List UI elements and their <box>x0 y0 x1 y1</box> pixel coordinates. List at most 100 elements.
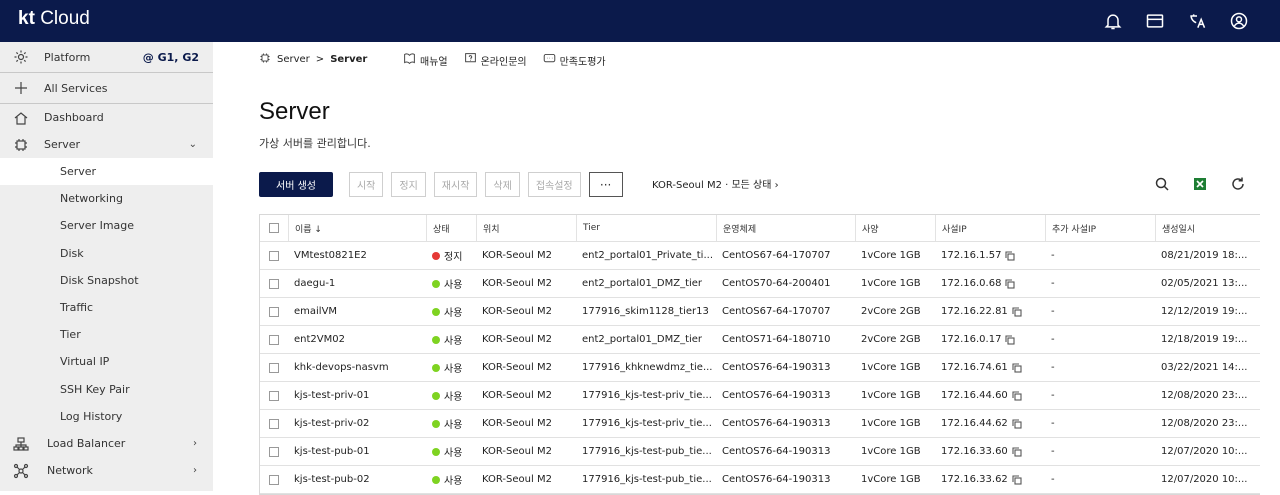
gear-icon <box>13 49 29 65</box>
cell-extra: - <box>1051 250 1055 261</box>
chevron-down-icon: ⌄ <box>188 139 197 150</box>
kt-cloud-logo[interactable]: kt Cloud <box>18 8 90 30</box>
copy-icon[interactable] <box>1005 250 1015 261</box>
more-button[interactable]: ··· <box>588 172 623 197</box>
column-extra-ip[interactable]: 추가 사설IP <box>1045 215 1155 241</box>
search-icon[interactable] <box>1154 176 1170 196</box>
breadcrumb-parent[interactable]: Server <box>277 54 310 65</box>
table-row[interactable]: VMtest0821E2 정지 KOR-Seoul M2 ent2_portal01_… <box>260 242 1260 270</box>
copy-icon[interactable] <box>1012 390 1022 401</box>
card-icon[interactable] <box>1144 10 1166 32</box>
language-icon[interactable] <box>1186 10 1208 32</box>
column-os[interactable]: 운영체제 <box>716 215 855 241</box>
sidebar-subitem-server-image[interactable]: Server Image <box>0 212 213 239</box>
sidebar-subitem-virtual-ip[interactable]: Virtual IP <box>0 348 213 375</box>
copy-icon[interactable] <box>1012 474 1022 485</box>
row-checkbox[interactable] <box>269 446 279 457</box>
bell-icon[interactable] <box>1102 10 1124 32</box>
refresh-icon[interactable] <box>1230 176 1246 196</box>
copy-icon[interactable] <box>1012 362 1022 373</box>
user-icon[interactable] <box>1228 10 1250 32</box>
sidebar-subitem-networking[interactable]: Networking <box>0 185 213 212</box>
row-checkbox[interactable] <box>269 390 279 401</box>
start-button[interactable]: 시작 <box>348 172 384 197</box>
table-row[interactable]: kjs-test-priv-02 사용 KOR-Seoul M2 177916_kjs… <box>260 410 1260 438</box>
table-row[interactable]: kjs-test-pub-02 사용 KOR-Seoul M2 177916_kjs-… <box>260 466 1260 494</box>
sidebar-subitem-traffic[interactable]: Traffic <box>0 294 213 321</box>
cell-os: CentOS67-64-170707 <box>722 306 831 317</box>
copy-icon[interactable] <box>1012 446 1022 457</box>
sidebar-subitem-ssh-key-pair[interactable]: SSH Key Pair <box>0 376 213 403</box>
copy-icon[interactable] <box>1005 278 1015 289</box>
cell-created: 08/21/2019 18:... <box>1161 250 1248 261</box>
row-checkbox[interactable] <box>269 474 279 485</box>
table-row[interactable]: daegu-1 사용 KOR-Seoul M2 ent2_portal01_DMZ_t… <box>260 270 1260 298</box>
copy-icon[interactable] <box>1012 418 1022 429</box>
column-name[interactable]: 이름 ↓ <box>288 215 426 241</box>
cell-name: kjs-test-priv-01 <box>294 390 370 401</box>
stop-button[interactable]: 정지 <box>391 172 426 197</box>
row-checkbox[interactable] <box>269 418 279 429</box>
row-checkbox[interactable] <box>269 306 279 317</box>
sidebar-item-network[interactable]: Network › <box>0 457 213 484</box>
column-private-ip[interactable]: 사설IP <box>935 215 1045 241</box>
cell-spec: 2vCore 2GB <box>861 334 921 345</box>
cell-tier: ent2_portal01_Private_ti... <box>582 250 714 261</box>
sidebar-subitem-server[interactable]: Server <box>0 158 213 185</box>
cell-location: KOR-Seoul M2 <box>482 418 552 429</box>
cell-status: 사용 <box>426 410 476 437</box>
sidebar-item-platform[interactable]: Platform @ G1, G2 <box>0 42 213 72</box>
chevron-right-icon: › <box>193 465 197 476</box>
inquiry-link[interactable]: 온라인문의 <box>464 52 527 68</box>
status-dot-icon <box>432 251 440 260</box>
copy-icon[interactable] <box>1005 334 1015 345</box>
sidebar-subitem-disk[interactable]: Disk <box>0 240 213 267</box>
sidebar-item-load-balancer[interactable]: Load Balancer › <box>0 430 213 457</box>
breadcrumb: Server > Server <box>259 52 367 67</box>
sidebar-item-dashboard[interactable]: Dashboard <box>0 104 213 131</box>
cell-tier: 177916_khknewdmz_tie... <box>582 362 713 373</box>
cell-location: KOR-Seoul M2 <box>482 306 552 317</box>
column-created[interactable]: 생성일시 <box>1155 215 1261 241</box>
table-row[interactable]: kjs-test-priv-01 사용 KOR-Seoul M2 177916_kjs… <box>260 382 1260 410</box>
table-row[interactable]: kjs-test-pub-01 사용 KOR-Seoul M2 177916_kjs-… <box>260 438 1260 466</box>
region-filter[interactable]: KOR-Seoul M2 · 모든 상태 › <box>652 176 779 191</box>
cell-created: 12/07/2020 10:... <box>1161 474 1248 485</box>
sidebar-subitem-disk-snapshot[interactable]: Disk Snapshot <box>0 267 213 294</box>
status-dot-icon <box>432 419 440 428</box>
table-row[interactable]: khk-devops-nasvm 사용 KOR-Seoul M2 177916_khk… <box>260 354 1260 382</box>
row-checkbox[interactable] <box>269 278 279 289</box>
table-row[interactable]: ent2VM02 사용 KOR-Seoul M2 ent2_portal01_DMZ_… <box>260 326 1260 354</box>
cell-location: KOR-Seoul M2 <box>482 250 552 261</box>
page-subtitle: 가상 서버를 관리합니다. <box>259 137 371 150</box>
column-spec[interactable]: 사양 <box>855 215 935 241</box>
breadcrumb-separator: > <box>315 54 325 65</box>
survey-link[interactable]: 만족도평가 <box>543 52 606 68</box>
row-checkbox[interactable] <box>269 334 279 345</box>
sidebar-item-all-services[interactable]: All Services <box>0 73 213 103</box>
excel-icon[interactable] <box>1192 176 1208 196</box>
sidebar-subitem-tier[interactable]: Tier <box>0 321 213 348</box>
chip-icon <box>259 52 271 67</box>
copy-icon[interactable] <box>1012 306 1022 317</box>
column-location[interactable]: 위치 <box>476 215 576 241</box>
row-checkbox[interactable] <box>269 362 279 373</box>
create-server-button[interactable]: 서버 생성 <box>259 172 333 197</box>
cell-location: KOR-Seoul M2 <box>482 474 552 485</box>
network-icon <box>13 463 29 479</box>
restart-button[interactable]: 재시작 <box>433 172 478 197</box>
access-settings-button[interactable]: 접속설정 <box>527 172 581 197</box>
manual-link[interactable]: 매뉴얼 <box>403 52 448 68</box>
cell-tier: 177916_skim1128_tier13 <box>582 306 709 317</box>
table-row[interactable]: emailVM 사용 KOR-Seoul M2 177916_skim1128_tie… <box>260 298 1260 326</box>
row-checkbox[interactable] <box>269 250 279 261</box>
cell-os: CentOS67-64-170707 <box>722 250 831 261</box>
select-all-checkbox[interactable] <box>269 223 279 233</box>
delete-button[interactable]: 삭제 <box>485 172 520 197</box>
cell-os: CentOS76-64-190313 <box>722 474 831 485</box>
sidebar-item-server[interactable]: Server ⌄ <box>0 131 213 158</box>
column-tier[interactable]: Tier <box>576 215 716 241</box>
column-status[interactable]: 상태 <box>426 215 476 241</box>
sidebar-subitem-log-history[interactable]: Log History <box>0 403 213 430</box>
cell-name: daegu-1 <box>294 278 336 289</box>
